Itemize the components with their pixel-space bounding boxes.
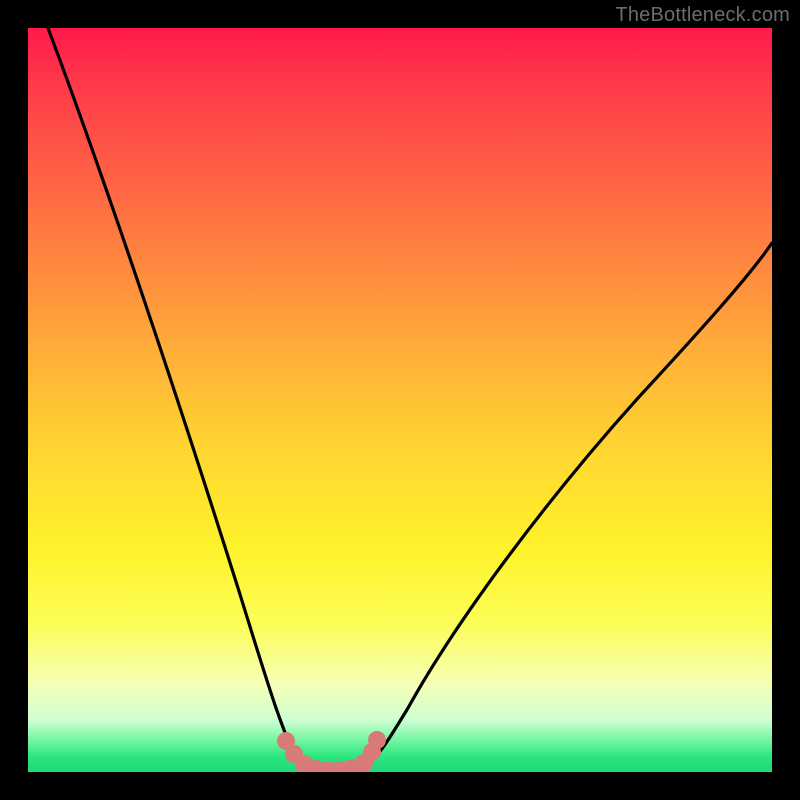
- chart-frame: TheBottleneck.com: [0, 0, 800, 800]
- watermark-text: TheBottleneck.com: [615, 4, 790, 27]
- flat-bottom-dots: [28, 28, 772, 772]
- gradient-plot-area: [28, 28, 772, 772]
